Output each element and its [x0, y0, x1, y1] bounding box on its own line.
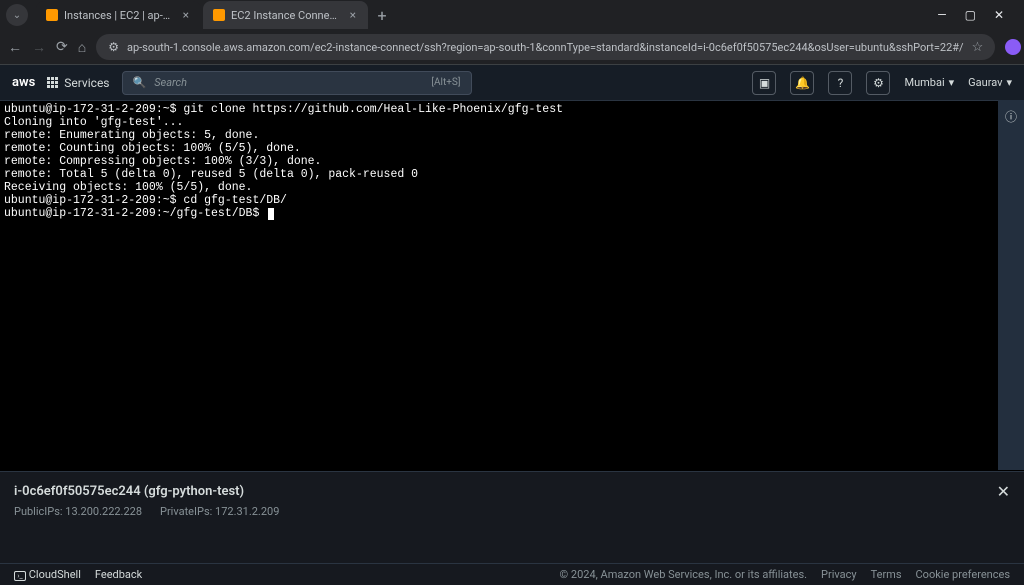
footer-right: © 2024, Amazon Web Services, Inc. or its… — [560, 568, 1010, 581]
cloudshell-icon: ›_ — [14, 571, 26, 581]
terminal-line: ubuntu@ip-172-31-2-209:~$ git clone http… — [4, 103, 563, 116]
browser-chrome: ⌄ Instances | EC2 | ap-south-1 × EC2 Ins… — [0, 0, 1024, 65]
close-icon[interactable]: × — [348, 8, 358, 22]
instance-info-panel: i-0c6ef0f50575ec244 (gfg-python-test) Pu… — [0, 471, 1024, 563]
url-text: ap-south-1.console.aws.amazon.com/ec2-in… — [127, 41, 964, 54]
aws-favicon-icon — [46, 9, 58, 21]
chevron-down-icon: ▾ — [949, 76, 955, 89]
footer: ›_ CloudShell Feedback © 2024, Amazon We… — [0, 563, 1024, 585]
site-settings-icon[interactable]: ⚙ — [108, 40, 119, 54]
home-icon[interactable]: ⌂ — [78, 39, 86, 56]
privacy-link[interactable]: Privacy — [821, 568, 857, 581]
right-rail[interactable]: ⓘ — [998, 100, 1024, 470]
private-ips: PrivateIPs: 172.31.2.209 — [160, 505, 279, 518]
aws-header: aws Services 🔍 Search [Alt+S] ▣ 🔔 ? ⚙ Mu… — [0, 65, 1024, 101]
public-ips: PublicIPs: 13.200.222.228 — [14, 505, 142, 518]
address-bar[interactable]: ⚙ ap-south-1.console.aws.amazon.com/ec2-… — [96, 34, 995, 60]
terminal-line: remote: Total 5 (delta 0), reused 5 (del… — [4, 168, 418, 181]
browser-tab-0[interactable]: Instances | EC2 | ap-south-1 × — [36, 1, 201, 29]
services-label: Services — [64, 76, 109, 90]
close-icon[interactable]: ✕ — [994, 8, 1004, 22]
aws-favicon-icon — [213, 9, 225, 21]
terms-link[interactable]: Terms — [871, 568, 902, 581]
chevron-down-icon: ▾ — [1006, 76, 1012, 89]
maximize-icon[interactable]: ▢ — [965, 8, 976, 22]
info-icon[interactable]: ⓘ — [1005, 108, 1017, 470]
search-kbd: [Alt+S] — [431, 77, 460, 88]
grid-icon — [47, 77, 58, 88]
terminal-line: remote: Compressing objects: 100% (3/3),… — [4, 155, 321, 168]
search-placeholder: Search — [154, 76, 423, 89]
back-icon[interactable]: ← — [8, 39, 22, 56]
services-button[interactable]: Services — [47, 76, 109, 90]
help-button[interactable]: ? — [828, 71, 852, 95]
cursor — [268, 208, 274, 220]
close-panel-button[interactable]: ✕ — [997, 482, 1010, 501]
cloudshell-button[interactable]: ▣ — [752, 71, 776, 95]
browser-tab-1[interactable]: EC2 Instance Connect | ap-sout × — [203, 1, 368, 29]
instance-title: i-0c6ef0f50575ec244 (gfg-python-test) — [14, 484, 1010, 499]
nav-bar: ← → ⟳ ⌂ ⚙ ap-south-1.console.aws.amazon.… — [0, 30, 1024, 64]
tab-list-dropdown[interactable]: ⌄ — [6, 4, 28, 26]
terminal-line: ubuntu@ip-172-31-2-209:~/gfg-test/DB$ — [4, 207, 266, 220]
region-label: Mumbai — [904, 76, 944, 89]
terminal-line: Receiving objects: 100% (5/5), done. — [4, 181, 252, 194]
terminal[interactable]: ubuntu@ip-172-31-2-209:~$ git clone http… — [0, 101, 1024, 471]
aws-logo[interactable]: aws — [12, 75, 35, 90]
cloudshell-link[interactable]: ›_ CloudShell — [14, 568, 81, 581]
tab-bar: ⌄ Instances | EC2 | ap-south-1 × EC2 Ins… — [0, 0, 1024, 30]
toolbar-icons: 🧩 ◧ ⋮ — [1005, 38, 1024, 56]
cookies-link[interactable]: Cookie preferences — [916, 568, 1010, 581]
tab-title: Instances | EC2 | ap-south-1 — [64, 9, 175, 22]
close-icon[interactable]: × — [181, 8, 191, 22]
footer-left: ›_ CloudShell Feedback — [14, 568, 142, 581]
search-icon: 🔍 — [133, 76, 147, 89]
tab-title: EC2 Instance Connect | ap-sout — [231, 9, 342, 22]
feedback-link[interactable]: Feedback — [95, 568, 142, 581]
terminal-line: remote: Counting objects: 100% (5/5), do… — [4, 142, 301, 155]
notifications-button[interactable]: 🔔 — [790, 71, 814, 95]
account-label: Gaurav — [968, 76, 1002, 89]
terminal-line: Cloning into 'gfg-test'... — [4, 116, 183, 129]
extension-icon[interactable] — [1005, 39, 1021, 55]
forward-icon[interactable]: → — [32, 39, 46, 56]
settings-button[interactable]: ⚙ — [866, 71, 890, 95]
minimize-icon[interactable]: — — [937, 8, 946, 22]
region-selector[interactable]: Mumbai ▾ — [904, 76, 954, 89]
bookmark-icon[interactable]: ☆ — [972, 40, 984, 55]
new-tab-button[interactable]: + — [370, 3, 394, 27]
ip-row: PublicIPs: 13.200.222.228 PrivateIPs: 17… — [14, 505, 1010, 518]
terminal-line: ubuntu@ip-172-31-2-209:~$ cd gfg-test/DB… — [4, 194, 287, 207]
terminal-line: remote: Enumerating objects: 5, done. — [4, 129, 259, 142]
aws-header-right: ▣ 🔔 ? ⚙ Mumbai ▾ Gaurav ▾ — [752, 71, 1012, 95]
reload-icon[interactable]: ⟳ — [56, 39, 68, 55]
account-selector[interactable]: Gaurav ▾ — [968, 76, 1012, 89]
window-controls: — ▢ ✕ — [923, 8, 1018, 22]
search-input[interactable]: 🔍 Search [Alt+S] — [122, 71, 472, 95]
copyright: © 2024, Amazon Web Services, Inc. or its… — [560, 568, 808, 581]
